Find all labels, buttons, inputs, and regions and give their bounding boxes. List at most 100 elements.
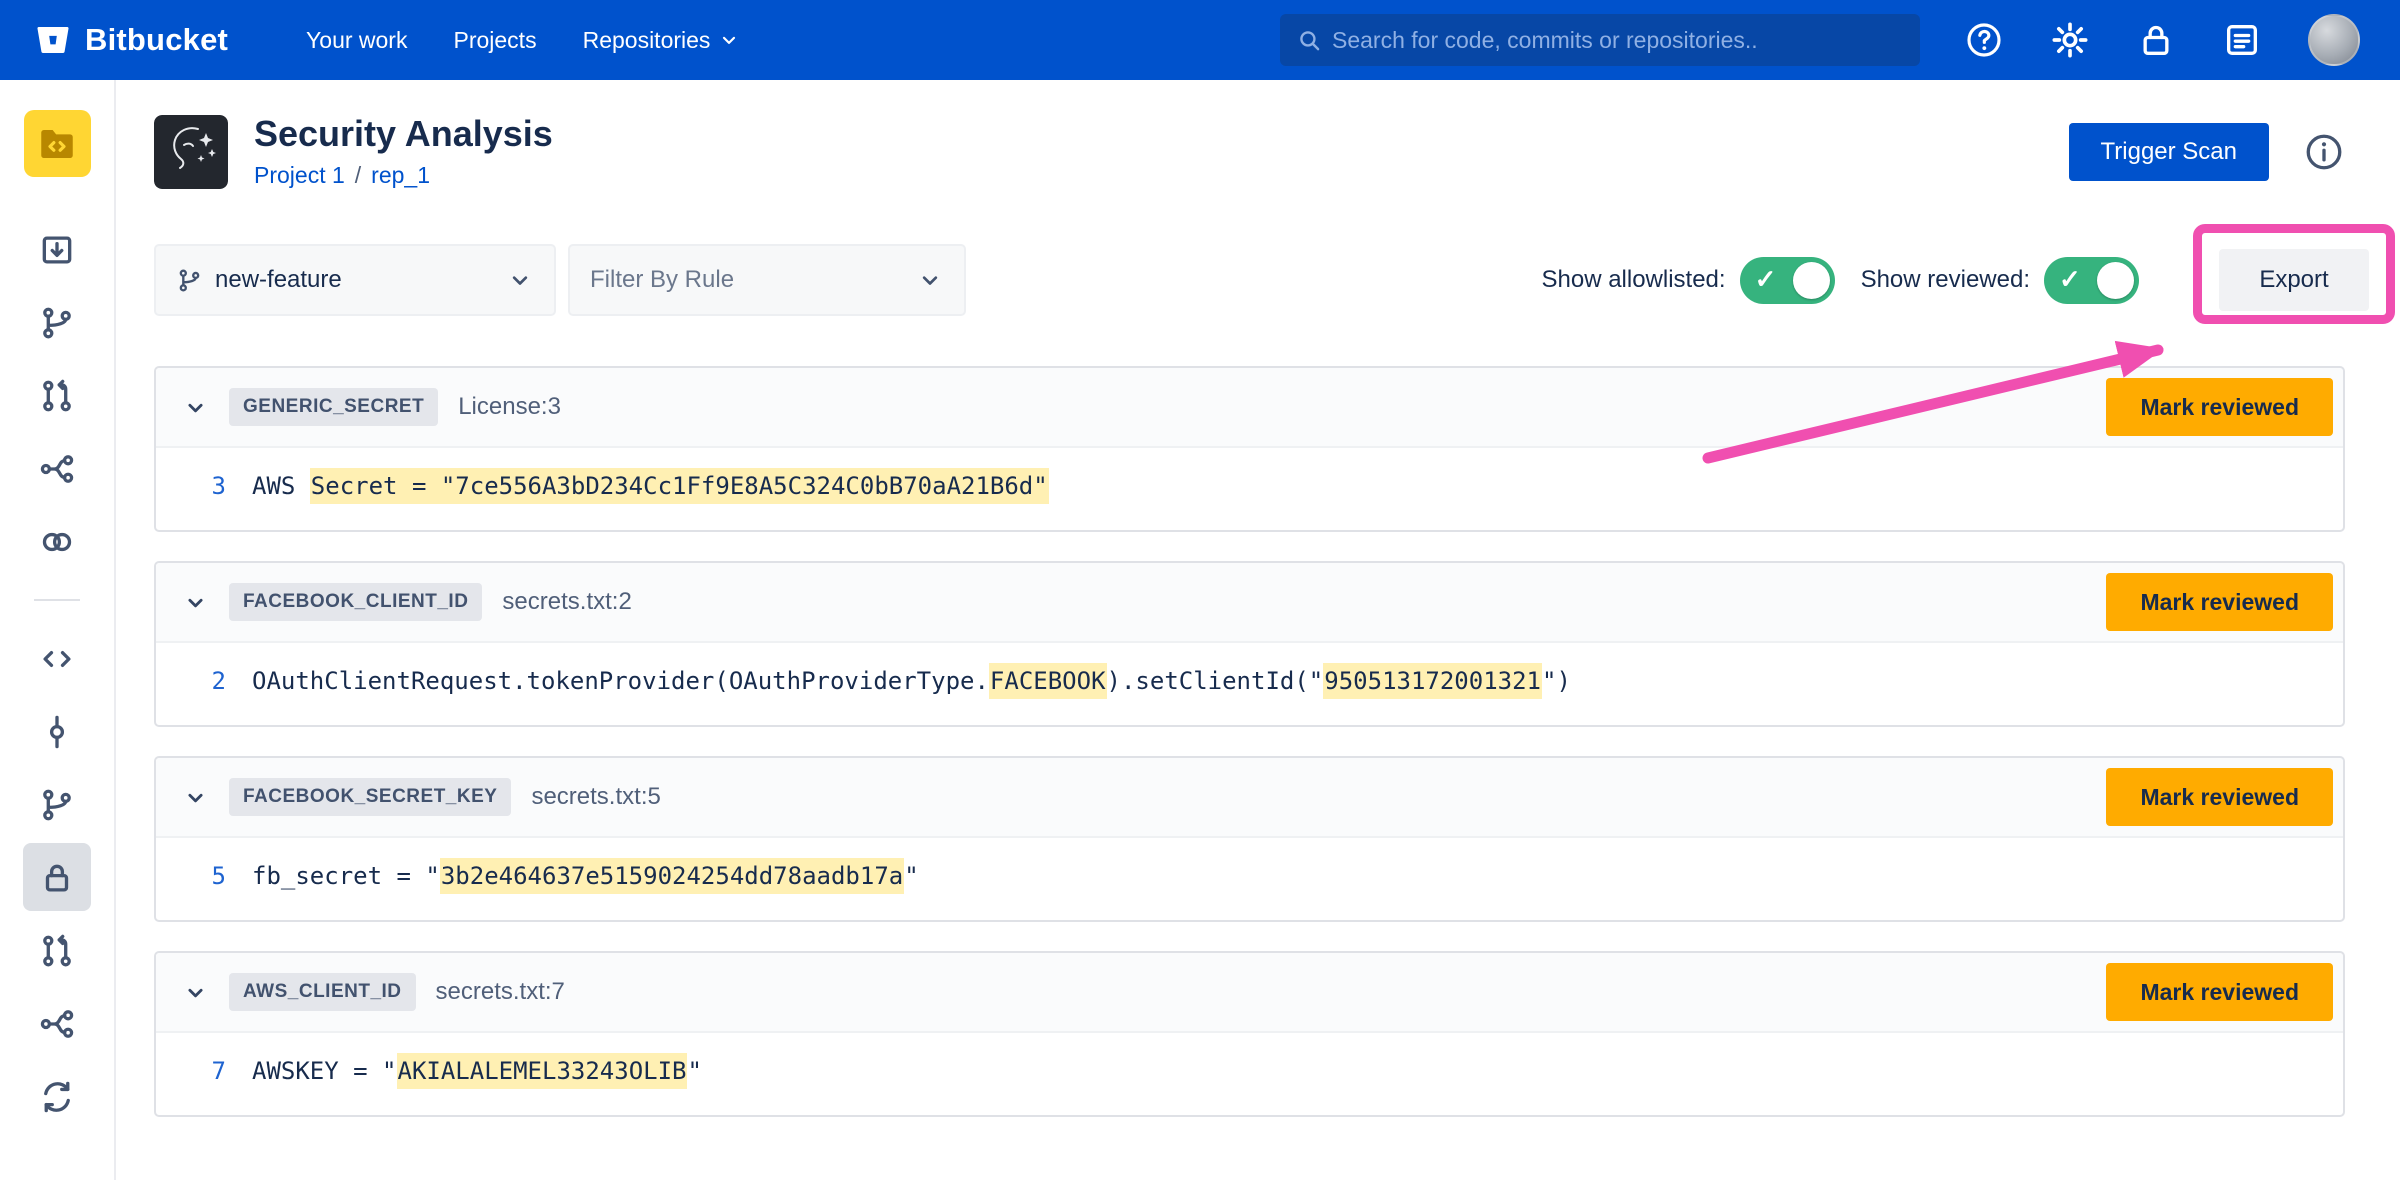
show-reviewed-toggle[interactable]: ✓ xyxy=(2044,257,2139,304)
sync-icon xyxy=(38,1078,76,1116)
code-line: fb_secret = "3b2e464637e5159024254dd78aa… xyxy=(252,862,919,890)
breadcrumb-separator: / xyxy=(355,158,361,192)
secret-highlight: 3b2e464637e5159024254dd78aadb17a xyxy=(440,858,904,894)
sidebar-item-branches[interactable] xyxy=(0,286,115,359)
collapse-chevron-button[interactable] xyxy=(182,589,209,616)
bitbucket-logo[interactable]: Bitbucket xyxy=(34,21,228,59)
code-text: ") xyxy=(1542,667,1571,695)
check-icon: ✓ xyxy=(2059,264,2081,295)
chevron-down-icon xyxy=(182,589,209,616)
deployments-icon xyxy=(38,523,76,561)
nav-repositories[interactable]: Repositories xyxy=(583,27,740,54)
sidebar-item-branches-repo[interactable] xyxy=(0,768,115,841)
pull-request-icon xyxy=(38,932,76,970)
help-icon[interactable] xyxy=(1964,20,2004,60)
collapse-chevron-button[interactable] xyxy=(182,394,209,421)
breadcrumb-project-link[interactable]: Project 1 xyxy=(254,158,345,192)
collapse-chevron-button[interactable] xyxy=(182,979,209,1006)
finding-card: FACEBOOK_CLIENT_ID secrets.txt:2 Mark re… xyxy=(154,561,2345,727)
finding-body: 3 AWS Secret = "7ce556A3bD234Cc1Ff9E8A5C… xyxy=(156,448,2343,530)
code-line-number: 5 xyxy=(156,862,252,890)
toggle-knob xyxy=(2097,262,2134,299)
import-icon xyxy=(38,231,76,269)
sidebar-item-pipelines[interactable] xyxy=(0,432,115,505)
commits-icon xyxy=(38,713,76,751)
branch-selector-value: new-feature xyxy=(215,266,494,294)
rule-filter-placeholder: Filter By Rule xyxy=(590,266,904,294)
sidebar-item-security[interactable] xyxy=(0,841,115,914)
breadcrumb: Project 1 / rep_1 xyxy=(254,158,553,192)
finding-body: 2 OAuthClientRequest.tokenProvider(OAuth… xyxy=(156,643,2343,725)
filter-row: new-feature Filter By Rule Show allowlis… xyxy=(154,244,2345,316)
rule-badge: GENERIC_SECRET xyxy=(229,388,438,426)
sidebar-item-import[interactable] xyxy=(0,213,115,286)
title-block: Security Analysis Project 1 / rep_1 xyxy=(254,112,553,192)
search-bar[interactable] xyxy=(1280,14,1920,66)
page-title: Security Analysis xyxy=(254,112,553,156)
search-input[interactable] xyxy=(1332,27,1904,54)
branch-icon xyxy=(38,304,76,342)
rule-badge: AWS_CLIENT_ID xyxy=(229,973,416,1011)
breadcrumb-repo-link[interactable]: rep_1 xyxy=(371,158,430,192)
chevron-down-icon xyxy=(182,784,209,811)
collapse-chevron-button[interactable] xyxy=(182,784,209,811)
code-text: " xyxy=(687,1057,701,1085)
pull-request-icon xyxy=(38,377,76,415)
page-header: Security Analysis Project 1 / rep_1 Trig… xyxy=(154,112,2345,192)
sidebar-item-sync[interactable] xyxy=(0,1060,115,1133)
show-allowlisted-label: Show allowlisted: xyxy=(1541,266,1725,294)
code-line-number: 7 xyxy=(156,1057,252,1085)
user-avatar[interactable] xyxy=(2308,14,2360,66)
feedback-icon[interactable] xyxy=(2222,20,2262,60)
lock-icon[interactable] xyxy=(2136,20,2176,60)
finding-location: secrets.txt:7 xyxy=(436,978,565,1006)
code-line: OAuthClientRequest.tokenProvider(OAuthPr… xyxy=(252,667,1571,695)
export-button[interactable]: Export xyxy=(2219,249,2369,311)
navbar-icon-cluster xyxy=(1964,14,2360,66)
code-text: fb_secret = " xyxy=(252,862,440,890)
finding-header: GENERIC_SECRET License:3 Mark reviewed xyxy=(156,368,2343,448)
security-lock-icon xyxy=(38,859,76,897)
chevron-down-icon xyxy=(916,266,944,294)
show-reviewed-label: Show reviewed: xyxy=(1861,266,2030,294)
sidebar-item-forks[interactable] xyxy=(0,987,115,1060)
finding-card: GENERIC_SECRET License:3 Mark reviewed 3… xyxy=(154,366,2345,532)
chevron-down-icon xyxy=(182,394,209,421)
nav-repositories-label: Repositories xyxy=(583,27,711,54)
code-text: OAuthClientRequest.tokenProvider(OAuthPr… xyxy=(252,667,989,695)
finding-card: AWS_CLIENT_ID secrets.txt:7 Mark reviewe… xyxy=(154,951,2345,1117)
finding-location: secrets.txt:5 xyxy=(531,783,660,811)
main-content: Security Analysis Project 1 / rep_1 Trig… xyxy=(116,80,2400,1180)
finding-body: 7 AWSKEY = "AKIALALEMEL33243OLIB" xyxy=(156,1033,2343,1115)
mark-reviewed-button[interactable]: Mark reviewed xyxy=(2106,963,2333,1021)
sidebar-item-deployments[interactable] xyxy=(0,505,115,578)
chevron-down-icon xyxy=(182,979,209,1006)
trigger-scan-button[interactable]: Trigger Scan xyxy=(2069,123,2270,181)
nav-your-work[interactable]: Your work xyxy=(306,27,407,54)
folder-code-icon xyxy=(36,123,78,165)
nav-projects[interactable]: Projects xyxy=(453,27,536,54)
sidebar-item-source[interactable] xyxy=(0,622,115,695)
sidebar-item-pull-requests[interactable] xyxy=(0,359,115,432)
code-line: AWS Secret = "7ce556A3bD234Cc1Ff9E8A5C32… xyxy=(252,472,1049,500)
workspace-folder-tile[interactable] xyxy=(24,110,91,177)
sidebar-item-pull-requests-repo[interactable] xyxy=(0,914,115,987)
gear-icon[interactable] xyxy=(2050,20,2090,60)
show-allowlisted-toggle[interactable]: ✓ xyxy=(1740,257,1835,304)
branch-selector[interactable]: new-feature xyxy=(154,244,556,316)
repo-avatar-art xyxy=(154,115,228,189)
mark-reviewed-button[interactable]: Mark reviewed xyxy=(2106,573,2333,631)
finding-header: FACEBOOK_CLIENT_ID secrets.txt:2 Mark re… xyxy=(156,563,2343,643)
mark-reviewed-button[interactable]: Mark reviewed xyxy=(2106,768,2333,826)
secret-highlight: Secret = "7ce556A3bD234Cc1Ff9E8A5C324C0b… xyxy=(310,468,1049,504)
code-text: ).setClientId(" xyxy=(1107,667,1324,695)
chevron-down-icon xyxy=(506,266,534,294)
sidebar-item-commits[interactable] xyxy=(0,695,115,768)
finding-header: FACEBOOK_SECRET_KEY secrets.txt:5 Mark r… xyxy=(156,758,2343,838)
code-line-number: 3 xyxy=(156,472,252,500)
mark-reviewed-button[interactable]: Mark reviewed xyxy=(2106,378,2333,436)
info-icon[interactable] xyxy=(2303,131,2345,173)
secret-highlight: FACEBOOK xyxy=(989,663,1107,699)
check-icon: ✓ xyxy=(1755,264,1777,295)
rule-filter[interactable]: Filter By Rule xyxy=(568,244,966,316)
